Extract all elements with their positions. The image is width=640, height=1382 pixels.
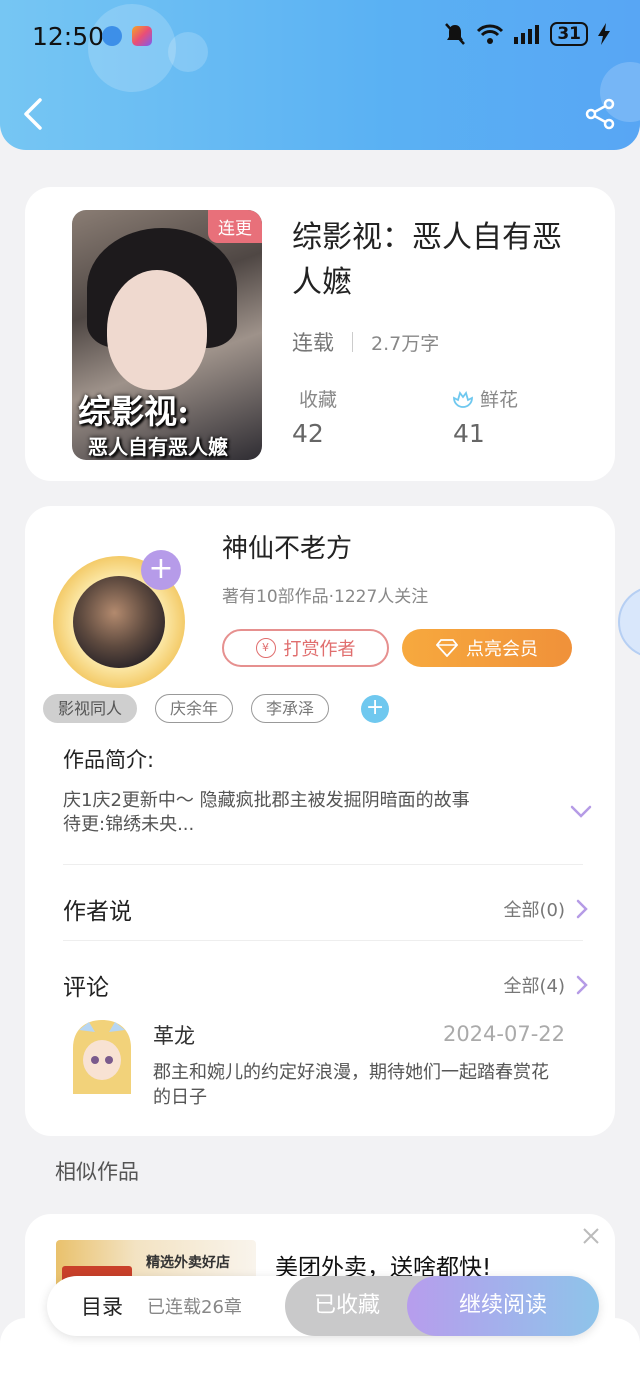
add-tag-button[interactable]: + bbox=[361, 694, 390, 723]
continue-reading-button[interactable]: 继续阅读 bbox=[407, 1276, 599, 1336]
ad-image-text: 精选外卖好店 bbox=[146, 1255, 230, 1271]
coin-icon: ¥ bbox=[255, 638, 276, 658]
close-icon[interactable] bbox=[581, 1226, 601, 1246]
chevron-right-icon bbox=[576, 975, 588, 995]
similar-works-label: 相似作品 bbox=[55, 1160, 139, 1184]
app-notification-icon bbox=[132, 26, 152, 46]
flower-count: 41 bbox=[453, 419, 485, 448]
activate-vip-button[interactable]: 点亮会员 bbox=[402, 629, 572, 667]
book-cover[interactable]: 综影视: 恶人自有恶人嬷 连更 bbox=[72, 210, 262, 460]
header: 12:50 31 bbox=[0, 0, 640, 150]
wifi-icon bbox=[477, 24, 504, 44]
comment-text: 郡主和婉儿的约定好浪漫，期待她们一起踏春赏花的日子 bbox=[153, 1062, 549, 1108]
table-of-contents-button[interactable]: 目录 bbox=[81, 1291, 123, 1321]
chevron-down-icon[interactable] bbox=[569, 804, 593, 820]
book-title: 综影视：恶人自有恶人嬷 bbox=[292, 220, 562, 300]
reward-author-button[interactable]: ¥ 打赏作者 bbox=[222, 629, 389, 667]
author-name[interactable]: 神仙不老方 bbox=[222, 528, 352, 565]
tag-item[interactable]: 李承泽 bbox=[251, 694, 330, 723]
cover-title-line2: 恶人自有恶人嬷 bbox=[88, 435, 228, 459]
cover-title-line1: 综影视: bbox=[78, 392, 190, 431]
author-stats: 著有10部作品·1227人关注 bbox=[222, 587, 429, 607]
divider bbox=[63, 864, 583, 865]
tag-list: 影视同人 庆余年 李承泽 + bbox=[43, 694, 390, 723]
reward-label: 打赏作者 bbox=[283, 639, 356, 660]
author-says-label: 作者说 bbox=[63, 899, 132, 925]
serial-status: 连载 bbox=[292, 331, 334, 355]
collect-label-text: 收藏 bbox=[299, 389, 338, 411]
signal-icon bbox=[514, 25, 540, 44]
cover-title: 综影视: 恶人自有恶人嬷 bbox=[78, 385, 256, 460]
flower-stat[interactable]: 鲜花 bbox=[452, 385, 518, 412]
update-badge: 连更 bbox=[208, 210, 262, 243]
book-meta: 连载 2.7万字 bbox=[292, 327, 439, 357]
comments-count: 全部(4) bbox=[503, 976, 566, 997]
flower-icon bbox=[453, 390, 473, 408]
commenter-avatar[interactable] bbox=[67, 1018, 137, 1094]
decor-bubble bbox=[168, 32, 208, 72]
charging-icon bbox=[598, 23, 610, 45]
app-notification-icon bbox=[102, 26, 122, 46]
floating-side-button[interactable] bbox=[618, 586, 640, 658]
intro-line: 待更:锦绣未央... bbox=[63, 814, 195, 835]
avatar-image bbox=[73, 576, 165, 668]
author-says-more[interactable]: 全部(0) bbox=[504, 896, 590, 922]
battery-indicator: 31 bbox=[550, 22, 588, 46]
intro-line: 庆1庆2更新中～ 隐藏疯批郡主被发掘阴暗面的故事 bbox=[63, 790, 470, 811]
collect-label: 收藏 bbox=[299, 385, 337, 412]
flower-label-text: 鲜花 bbox=[480, 389, 519, 411]
chapter-progress: 已连载26章 bbox=[147, 1297, 242, 1318]
vip-label: 点亮会员 bbox=[466, 639, 538, 660]
intro-text: 庆1庆2更新中～ 隐藏疯批郡主被发掘阴暗面的故事 待更:锦绣未央... bbox=[63, 789, 543, 837]
cover-figure-face bbox=[107, 270, 207, 390]
status-icons: 31 bbox=[444, 22, 610, 46]
chevron-right-icon bbox=[576, 899, 588, 919]
bottom-action-bar: 目录 已连载26章 已收藏 继续阅读 bbox=[47, 1276, 599, 1336]
collect-count: 42 bbox=[292, 419, 324, 448]
meta-divider bbox=[352, 332, 353, 352]
word-count: 2.7万字 bbox=[371, 332, 440, 355]
mute-bell-icon bbox=[445, 23, 466, 45]
diamond-icon bbox=[436, 639, 458, 657]
intro-label: 作品简介: bbox=[63, 748, 155, 772]
comments-more[interactable]: 全部(4) bbox=[504, 972, 590, 998]
share-icon[interactable] bbox=[584, 98, 616, 130]
back-arrow-icon[interactable] bbox=[20, 96, 50, 132]
tag-item[interactable]: 庆余年 bbox=[155, 694, 234, 723]
comment-date: 2024-07-22 bbox=[442, 1022, 565, 1046]
collected-label: 已收藏 bbox=[313, 1293, 380, 1318]
follow-author-button[interactable]: + bbox=[141, 550, 181, 590]
status-time: 12:50 bbox=[32, 22, 105, 51]
author-card: + 神仙不老方 著有10部作品·1227人关注 ¥ 打赏作者 点亮会员 影视同人… bbox=[25, 506, 615, 1136]
divider bbox=[63, 940, 583, 941]
comment-username[interactable]: 革龙 bbox=[153, 1020, 195, 1050]
author-says-count: 全部(0) bbox=[503, 900, 566, 921]
tag-item[interactable]: 影视同人 bbox=[43, 694, 138, 723]
book-info-card: 综影视: 恶人自有恶人嬷 连更 综影视：恶人自有恶人嬷 连载 2.7万字 收藏 … bbox=[25, 187, 615, 481]
comments-label: 评论 bbox=[63, 975, 109, 1001]
